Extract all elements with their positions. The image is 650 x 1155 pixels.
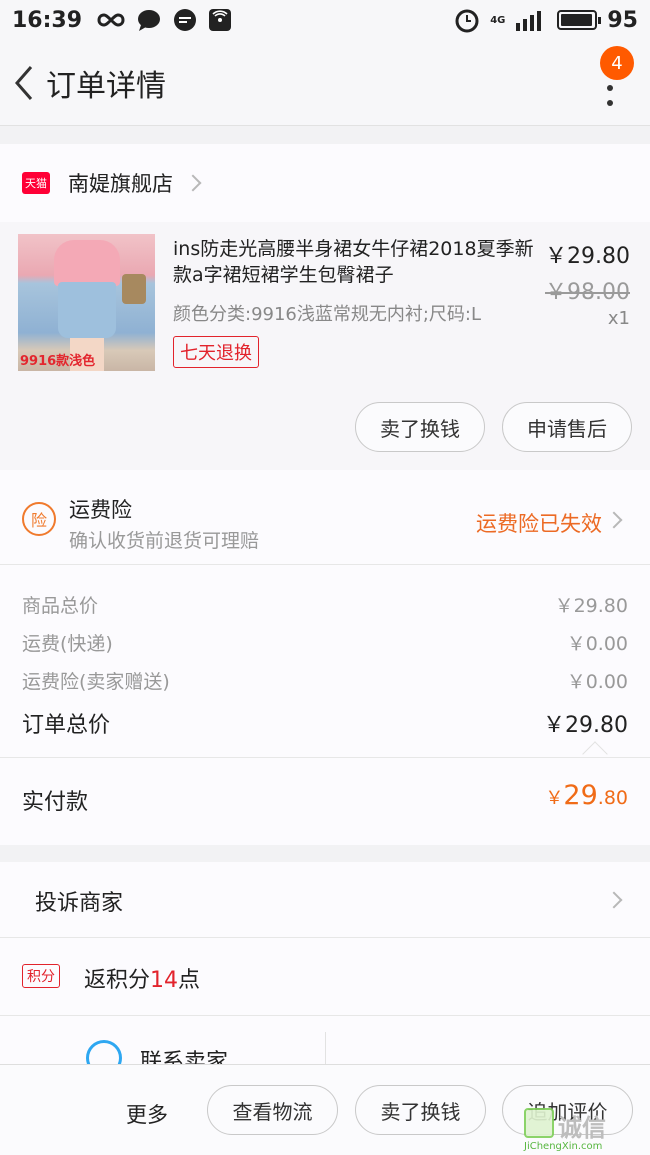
alarm-icon [455,9,479,33]
insurance-status: 运费险已失效 [476,512,602,536]
fee-row-goods: 商品总价 ￥29.80 [22,591,628,618]
fee-value: ￥0.00 [566,633,628,655]
points-tag: 积分 [22,964,60,988]
insurance-title: 运费险 [69,498,132,522]
shop-name: 南媞旗舰店 [68,172,173,196]
fee-row-order-total: 订单总价 ￥29.80 [22,707,628,739]
watermark-text: 诚信 [558,1114,606,1142]
insurance-icon: 险 [22,502,56,536]
notification-badge: 4 [600,46,634,80]
back-button[interactable] [2,40,46,126]
sell-for-cash-bottom-button[interactable]: 卖了换钱 [355,1085,486,1135]
product-spec: 颜色分类:9916浅蓝常规无内衬;尺码:L [173,304,482,325]
status-right-icons: 4G 95 [454,7,638,33]
product-original-price: ￥98.00 [545,280,630,305]
currency-symbol: ￥ [545,788,564,809]
fee-value: ￥29.80 [554,595,628,617]
network-type: 4G [490,14,506,26]
shop-row[interactable]: 天猫 南媞旗舰店 [0,144,650,222]
chat-smile-icon [86,1040,122,1064]
product-image-bag [122,274,146,304]
chevron-right-icon [184,174,202,192]
paid-amount-decimal: .80 [597,787,628,809]
points-prefix: 返积分 [84,968,151,993]
return-policy-badge: 七天退换 [173,336,259,368]
points-label: 返积分14点 [84,962,200,994]
contact-seller-row[interactable]: 联系卖家 [0,1016,650,1064]
product-image[interactable]: 9916款浅色 [18,234,155,371]
points-row: 积分 返积分14点 [0,938,650,1016]
status-notification-icons [96,7,232,33]
product-price: ￥29.80 [545,244,630,269]
chevron-right-icon [605,511,623,529]
chat-bubble-icon [138,10,161,31]
status-bar: 16:39 4G 95 [0,0,650,40]
insurance-subtitle: 确认收货前退货可理赔 [69,530,260,552]
status-time: 16:39 [12,7,83,33]
paid-amount-row: 实付款 ￥29.80 [0,757,650,845]
hotspot-icon [209,9,232,31]
fee-row-insurance: 运费险(卖家赠送) ￥0.00 [22,667,628,694]
product-image-tag: 9916款浅色 [20,354,96,369]
battery-icon [557,10,602,30]
site-watermark: 诚信 JiChengXin.com [524,1108,644,1152]
message-icon [174,9,197,31]
contact-seller-label: 联系卖家 [140,1050,229,1064]
paid-label: 实付款 [22,790,89,815]
more-actions-button[interactable]: 更多 [126,1099,168,1129]
order-item-card: 9916款浅色 ins防走光高腰半身裙女牛仔裙2018夏季新款a字裙短裙学生包臀… [0,222,650,470]
divider [325,1032,326,1064]
fee-label: 商品总价 [22,595,99,617]
product-title[interactable]: ins防走光高腰半身裙女牛仔裙2018夏季新款a字裙短裙学生包臀裙子 [173,236,538,288]
nav-bar: 订单详情 4 [0,40,650,126]
signal-icon [516,11,542,31]
watermark-url: JiChengXin.com [524,1141,603,1152]
tmall-logo: 天猫 [22,172,50,194]
points-suffix: 点 [178,968,201,993]
product-quantity: x1 [607,308,630,329]
fee-value: ￥0.00 [566,671,628,693]
product-image-shirt [54,240,120,286]
fee-label: 运费险(卖家赠送) [22,671,170,693]
battery-percent: 95 [607,7,638,33]
fee-value: ￥29.80 [543,713,628,738]
complain-merchant-row[interactable]: 投诉商家 [0,862,650,938]
watermark-logo-icon [524,1108,554,1138]
shipping-insurance-row[interactable]: 险 运费险 确认收货前退货可理赔 运费险已失效 [0,470,650,565]
points-number: 14 [150,968,179,993]
infinity-icon [97,13,125,27]
chevron-right-icon [605,891,623,909]
fee-label: 订单总价 [22,713,111,738]
fee-label: 运费(快递) [22,633,113,655]
chevron-left-icon [15,65,33,100]
after-sale-button[interactable]: 申请售后 [502,402,632,452]
view-logistics-button[interactable]: 查看物流 [207,1085,338,1135]
dot-icon [607,100,613,106]
paid-amount-integer: 29 [563,780,598,811]
paid-amount: ￥29.80 [545,780,628,811]
complain-label: 投诉商家 [35,891,124,916]
dot-icon [607,85,613,91]
product-image-skirt [58,282,116,338]
fee-row-shipping: 运费(快递) ￥0.00 [22,629,628,656]
page-title: 订单详情 [46,68,166,104]
price-breakdown: 商品总价 ￥29.80 运费(快递) ￥0.00 运费险(卖家赠送) ￥0.00 订单… [0,565,650,767]
sell-for-cash-button[interactable]: 卖了换钱 [355,402,485,452]
